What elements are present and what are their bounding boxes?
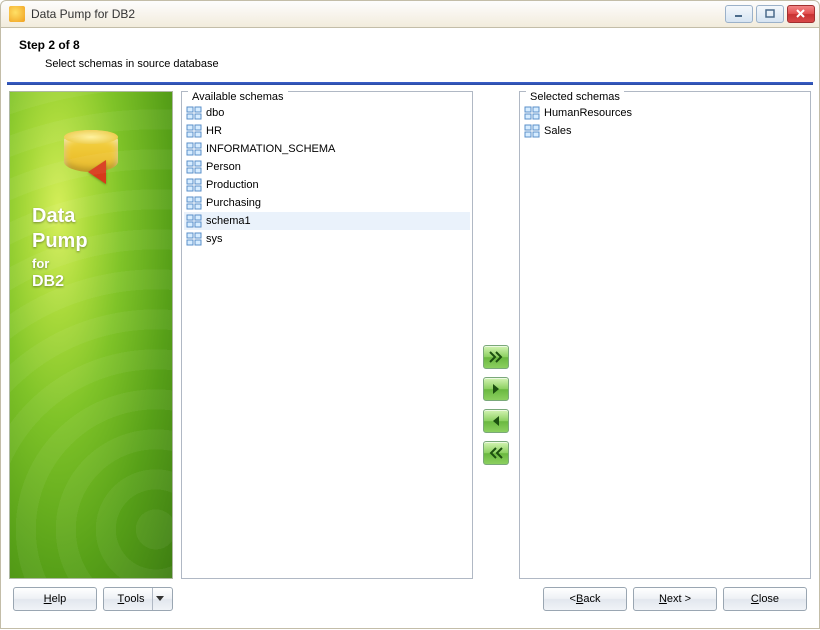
remove-one-button[interactable]	[483, 409, 509, 433]
step-header: Step 2 of 8 Select schemas in source dat…	[1, 28, 819, 82]
transfer-buttons	[479, 91, 513, 579]
list-item[interactable]: schema1	[184, 212, 470, 230]
header-rule	[7, 82, 813, 85]
list-item[interactable]: HumanResources	[522, 104, 808, 122]
brand-logo-icon	[56, 122, 126, 180]
brand-text: Data Pump for DB2	[32, 204, 88, 292]
list-item-label: schema1	[206, 215, 251, 227]
add-one-button[interactable]	[483, 377, 509, 401]
list-item[interactable]: Purchasing	[184, 194, 470, 212]
back-label-post: ack	[583, 593, 600, 605]
remove-all-button[interactable]	[483, 441, 509, 465]
close-button[interactable]: Close	[723, 587, 807, 611]
tools-dropdown-icon[interactable]	[152, 588, 166, 610]
window-title: Data Pump for DB2	[31, 7, 719, 21]
app-icon	[9, 6, 25, 22]
schema-icon	[186, 178, 202, 192]
list-item-label: dbo	[206, 107, 224, 119]
list-item-label: Production	[206, 179, 259, 191]
available-schemas-group: Available schemas dbo HR INFORMATION_SCHEM…	[181, 91, 473, 579]
schema-icon	[524, 106, 540, 120]
step-subtitle: Select schemas in source database	[19, 52, 805, 78]
list-item[interactable]: Sales	[522, 122, 808, 140]
schema-icon	[186, 196, 202, 210]
next-label-m: N	[659, 593, 667, 605]
close-label-m: C	[751, 593, 759, 605]
selected-schemas-label: Selected schemas	[526, 91, 624, 103]
wizard-frame: Step 2 of 8 Select schemas in source dat…	[0, 28, 820, 629]
list-item[interactable]: sys	[184, 230, 470, 248]
brand-line-2: Pump	[32, 229, 88, 254]
selected-schemas-group: Selected schemas HumanResources Sales	[519, 91, 811, 579]
list-item[interactable]: Person	[184, 158, 470, 176]
brand-panel: Data Pump for DB2	[9, 91, 173, 579]
footer: Help Tools < Back Next > Close	[1, 579, 819, 621]
close-label-post: lose	[759, 593, 779, 605]
maximize-button[interactable]	[756, 5, 784, 23]
brand-line-1: Data	[32, 204, 88, 229]
available-schemas-label: Available schemas	[188, 91, 288, 103]
list-item[interactable]: Production	[184, 176, 470, 194]
back-label-m: B	[576, 593, 583, 605]
step-title: Step 2 of 8	[19, 38, 805, 52]
minimize-button[interactable]	[725, 5, 753, 23]
schema-icon	[524, 124, 540, 138]
titlebar: Data Pump for DB2	[0, 0, 820, 28]
window-buttons	[725, 5, 815, 23]
list-item[interactable]: dbo	[184, 104, 470, 122]
tools-button[interactable]: Tools	[103, 587, 173, 611]
list-item-label: sys	[206, 233, 223, 245]
list-item-label: INFORMATION_SCHEMA	[206, 143, 335, 155]
brand-line-4: DB2	[32, 272, 88, 292]
back-button[interactable]: < Back	[543, 587, 627, 611]
schema-icon	[186, 124, 202, 138]
brand-line-3: for	[32, 256, 88, 272]
schema-icon	[186, 232, 202, 246]
schema-icon	[186, 142, 202, 156]
available-schemas-list[interactable]: dbo HR INFORMATION_SCHEMA Person Production P…	[184, 104, 470, 576]
list-item-label: HR	[206, 125, 222, 137]
wizard-body: Data Pump for DB2 Available schemas dbo H…	[1, 91, 819, 579]
list-item-label: Purchasing	[206, 197, 261, 209]
help-button[interactable]: Help	[13, 587, 97, 611]
list-item[interactable]: HR	[184, 122, 470, 140]
tools-label-m: T	[118, 593, 125, 605]
tools-label-post: ools	[124, 593, 144, 605]
next-label-post: ext >	[667, 593, 691, 605]
schema-icon	[186, 160, 202, 174]
help-label-post: elp	[52, 593, 67, 605]
add-all-button[interactable]	[483, 345, 509, 369]
close-window-button[interactable]	[787, 5, 815, 23]
list-item[interactable]: INFORMATION_SCHEMA	[184, 140, 470, 158]
next-button[interactable]: Next >	[633, 587, 717, 611]
help-label-m: H	[44, 593, 52, 605]
list-item-label: HumanResources	[544, 107, 632, 119]
schema-icon	[186, 214, 202, 228]
list-item-label: Sales	[544, 125, 572, 137]
list-item-label: Person	[206, 161, 241, 173]
selected-schemas-list[interactable]: HumanResources Sales	[522, 104, 808, 576]
schema-icon	[186, 106, 202, 120]
list-pane: Available schemas dbo HR INFORMATION_SCHEM…	[181, 91, 811, 579]
